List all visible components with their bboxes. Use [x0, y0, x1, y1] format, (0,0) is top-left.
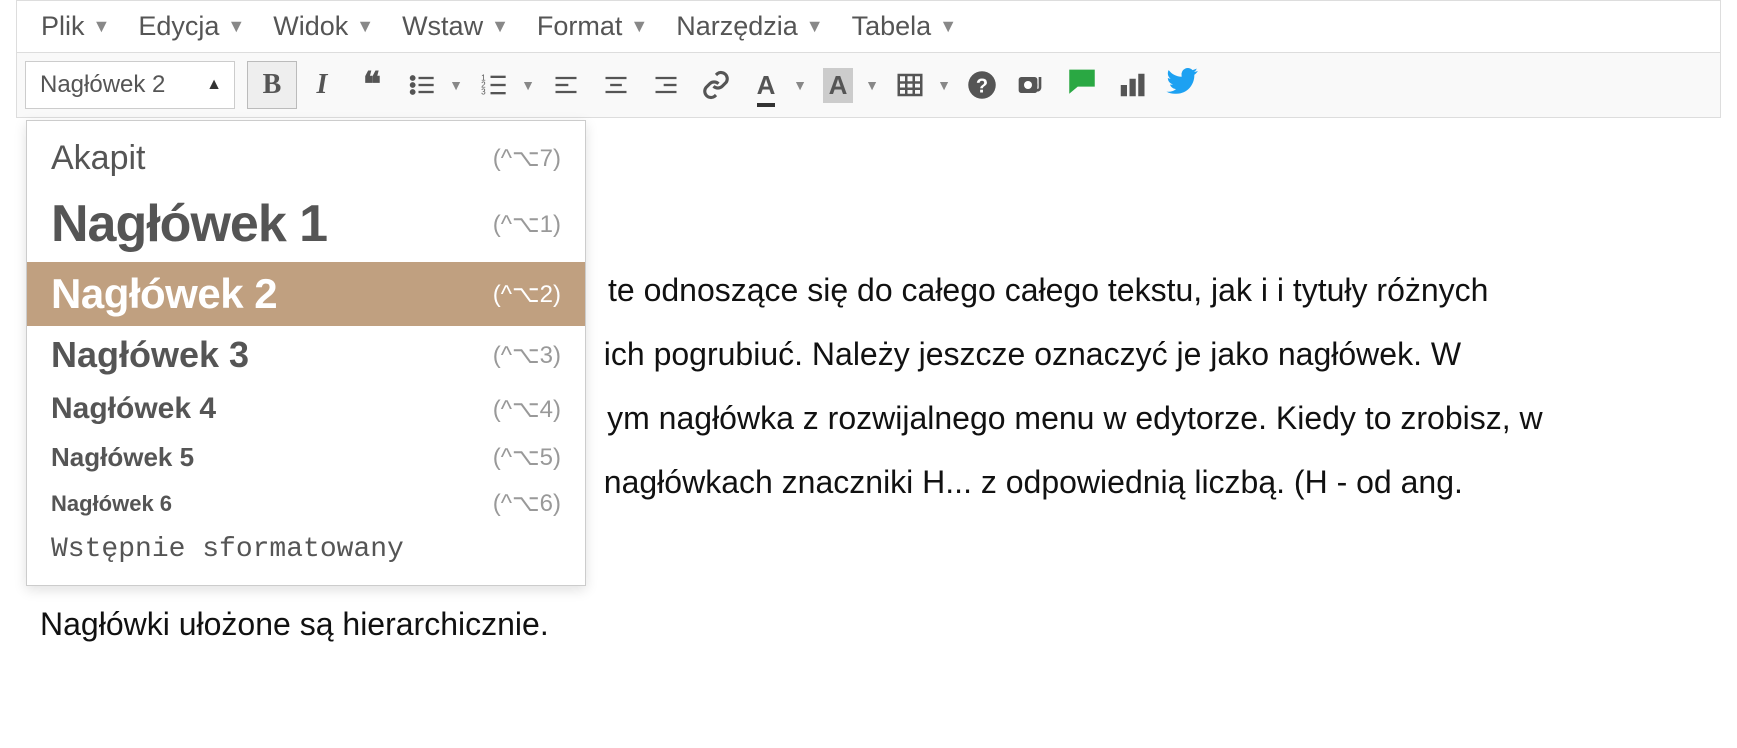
menubar: Plik ▼ Edycja ▼ Widok ▼ Wstaw ▼ Format ▼…: [16, 0, 1721, 52]
menu-file[interactable]: Plik ▼: [41, 11, 110, 42]
format-dropdown: Akapit (^⌥7) Nagłówek 1 (^⌥1) Nagłówek 2…: [26, 120, 586, 586]
menu-insert[interactable]: Wstaw ▼: [402, 11, 509, 42]
blockquote-button[interactable]: ❝: [347, 61, 397, 109]
highlight-color-button[interactable]: A ▼: [813, 61, 863, 109]
caret-down-icon: ▼: [937, 77, 951, 93]
menu-tools[interactable]: Narzędzia ▼: [676, 11, 823, 42]
caret-down-icon: ▼: [449, 77, 463, 93]
caret-down-icon: ▼: [93, 16, 111, 37]
menu-format[interactable]: Format ▼: [537, 11, 648, 42]
editor-wrapper: Plik ▼ Edycja ▼ Widok ▼ Wstaw ▼ Format ▼…: [0, 0, 1737, 696]
dropdown-shortcut: (^⌥6): [493, 489, 561, 518]
bar-chart-icon: [1117, 70, 1147, 100]
numbered-list-button[interactable]: 123 ▼: [469, 61, 519, 109]
align-center-button[interactable]: [591, 61, 641, 109]
menu-edit-label: Edycja: [138, 11, 219, 42]
italic-icon: I: [317, 69, 328, 101]
dropdown-item-paragraph[interactable]: Akapit (^⌥7): [27, 131, 585, 186]
text-fragment: nagłówkach znaczniki H... z odpowiednią …: [604, 464, 1463, 500]
menu-view-label: Widok: [273, 11, 348, 42]
menu-format-label: Format: [537, 11, 623, 42]
menu-edit[interactable]: Edycja ▼: [138, 11, 245, 42]
caret-down-icon: ▼: [865, 77, 879, 93]
table-icon: [895, 70, 925, 100]
dropdown-item-h4[interactable]: Nagłówek 4 (^⌥4): [27, 384, 585, 434]
align-left-button[interactable]: [541, 61, 591, 109]
help-button[interactable]: ?: [957, 61, 1007, 109]
caret-down-icon: ▼: [356, 16, 374, 37]
chart-button[interactable]: [1107, 61, 1157, 109]
insert-table-button[interactable]: ▼: [885, 61, 935, 109]
dropdown-label: Nagłówek 1: [51, 194, 327, 254]
bold-icon: B: [263, 69, 282, 101]
bullet-list-icon: [408, 71, 436, 99]
dropdown-label: Wstępnie sformatowany: [51, 534, 404, 565]
dropdown-shortcut: (^⌥3): [493, 341, 561, 370]
dropdown-label: Nagłówek 6: [51, 491, 172, 517]
dropdown-shortcut: (^⌥4): [493, 395, 561, 424]
menu-table-label: Tabela: [852, 11, 932, 42]
menu-file-label: Plik: [41, 11, 85, 42]
dropdown-label: Nagłówek 4: [51, 392, 216, 426]
format-select[interactable]: Nagłówek 2 ▲ Akapit (^⌥7) Nagłówek 1 (^⌥…: [25, 61, 235, 109]
text-fragment: ym nagłówka z rozwijalnego menu w edytor…: [607, 400, 1543, 436]
align-center-icon: [602, 71, 630, 99]
twitter-button[interactable]: [1157, 61, 1207, 109]
dropdown-item-h5[interactable]: Nagłówek 5 (^⌥5): [27, 434, 585, 481]
caret-down-icon: ▼: [806, 16, 824, 37]
italic-button[interactable]: I: [297, 61, 347, 109]
text-color-icon: A: [757, 70, 776, 101]
bold-button[interactable]: B: [247, 61, 297, 109]
menu-insert-label: Wstaw: [402, 11, 483, 42]
text-color-button[interactable]: A ▼: [741, 61, 791, 109]
text-fragment: te odnoszące się do całego całego tekstu…: [608, 272, 1488, 308]
caret-down-icon: ▼: [227, 16, 245, 37]
dropdown-shortcut: (^⌥5): [493, 443, 561, 472]
dropdown-shortcut: (^⌥2): [493, 280, 561, 309]
svg-text:?: ?: [976, 76, 988, 98]
dropdown-label: Nagłówek 2: [51, 270, 277, 318]
media-button[interactable]: [1007, 61, 1057, 109]
menu-table[interactable]: Tabela ▼: [852, 11, 957, 42]
dropdown-item-h6[interactable]: Nagłówek 6 (^⌥6): [27, 481, 585, 526]
text-fragment: ich pogrubiuć. Należy jeszcze oznaczyć j…: [604, 336, 1461, 372]
caret-up-icon: ▲: [206, 76, 222, 94]
highlight-icon: A: [823, 68, 854, 103]
bullet-list-button[interactable]: ▼: [397, 61, 447, 109]
comment-button[interactable]: [1057, 61, 1107, 109]
camera-music-icon: [1016, 69, 1048, 101]
caret-down-icon: ▼: [630, 16, 648, 37]
dropdown-item-preformatted[interactable]: Wstępnie sformatowany: [27, 526, 585, 573]
dropdown-label: Nagłówek 3: [51, 334, 249, 376]
link-button[interactable]: [691, 61, 741, 109]
dropdown-item-h3[interactable]: Nagłówek 3 (^⌥3): [27, 326, 585, 384]
help-icon: ?: [967, 70, 997, 100]
dropdown-label: Akapit: [51, 139, 146, 178]
toolbar: Nagłówek 2 ▲ Akapit (^⌥7) Nagłówek 1 (^⌥…: [16, 52, 1721, 118]
caret-down-icon: ▼: [491, 16, 509, 37]
chat-icon: [1065, 64, 1099, 107]
align-right-button[interactable]: [641, 61, 691, 109]
content-line: Nagłówki ułożone są hierarchicznie.: [40, 592, 1697, 656]
dropdown-label: Nagłówek 5: [51, 442, 194, 473]
link-icon: [701, 70, 731, 100]
quote-icon: ❝: [363, 65, 381, 105]
align-right-icon: [652, 71, 680, 99]
svg-text:3: 3: [481, 87, 486, 96]
caret-down-icon: ▼: [793, 77, 807, 93]
dropdown-item-h1[interactable]: Nagłówek 1 (^⌥1): [27, 186, 585, 262]
dropdown-shortcut: (^⌥1): [493, 210, 561, 239]
dropdown-shortcut: (^⌥7): [493, 144, 561, 173]
numbered-list-icon: 123: [480, 71, 508, 99]
twitter-icon: [1165, 64, 1199, 107]
align-left-icon: [552, 71, 580, 99]
caret-down-icon: ▼: [521, 77, 535, 93]
format-select-value: Nagłówek 2: [40, 71, 165, 99]
dropdown-item-h2[interactable]: Nagłówek 2 (^⌥2): [27, 262, 585, 326]
menu-tools-label: Narzędzia: [676, 11, 798, 42]
caret-down-icon: ▼: [939, 16, 957, 37]
menu-view[interactable]: Widok ▼: [273, 11, 374, 42]
